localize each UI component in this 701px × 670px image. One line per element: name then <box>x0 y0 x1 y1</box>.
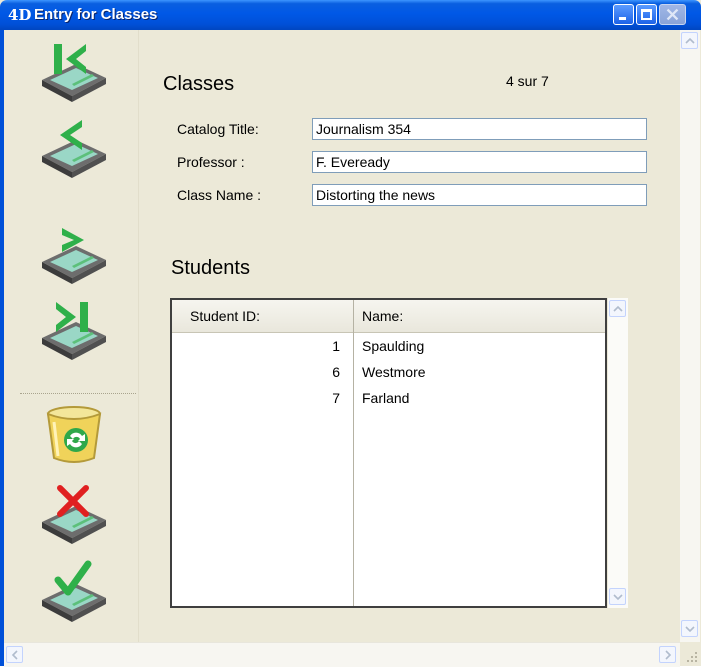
close-button[interactable] <box>659 4 686 25</box>
student-name-cell: Farland <box>362 390 410 406</box>
first-record-button[interactable] <box>36 40 110 106</box>
window-horizontal-scrollbar[interactable] <box>4 642 680 667</box>
catalog-title-field[interactable]: Journalism 354 <box>312 118 647 140</box>
student-id-cell: 7 <box>332 390 340 406</box>
accept-button[interactable] <box>36 560 110 626</box>
app-logo-icon: 4D <box>8 6 32 24</box>
cancel-x-icon <box>42 485 106 544</box>
resize-grip[interactable] <box>680 642 701 666</box>
students-table[interactable]: Student ID: Name: 1 Spaulding 6 Westmore… <box>170 298 607 608</box>
catalog-title-label: Catalog Title: <box>177 121 259 137</box>
navigation-sidebar <box>4 30 139 642</box>
close-icon <box>666 8 679 21</box>
last-record-button[interactable] <box>36 298 110 364</box>
column-header-name[interactable]: Name: <box>362 308 403 324</box>
professor-label: Professor : <box>177 154 245 170</box>
minimize-button[interactable] <box>613 4 634 25</box>
trash-recycle-icon <box>46 406 102 463</box>
entry-window: 4D Entry for Classes Classes 4 sur 7 Cat… <box>0 0 701 667</box>
chevron-right-icon <box>665 650 672 660</box>
student-name-cell: Westmore <box>362 364 426 380</box>
student-id-cell: 6 <box>332 364 340 380</box>
column-header-student-id[interactable]: Student ID: <box>190 308 260 324</box>
table-header: Student ID: Name: <box>172 300 605 333</box>
window-scroll-up-button[interactable] <box>681 32 698 49</box>
next-record-icon <box>42 228 106 284</box>
maximize-button[interactable] <box>636 4 657 25</box>
accept-check-icon <box>42 560 106 622</box>
table-row[interactable]: 1 Spaulding <box>172 338 605 362</box>
chevron-down-icon <box>685 626 695 633</box>
table-row[interactable]: 7 Farland <box>172 390 605 414</box>
student-id-cell: 1 <box>332 338 340 354</box>
class-name-field[interactable]: Distorting the news <box>312 184 647 206</box>
window-scroll-left-button[interactable] <box>6 646 23 663</box>
window-scroll-right-button[interactable] <box>659 646 676 663</box>
delete-record-button[interactable] <box>36 402 110 468</box>
next-record-button[interactable] <box>36 222 110 288</box>
minimize-icon <box>619 17 626 20</box>
title-bar[interactable]: 4D Entry for Classes <box>0 0 701 30</box>
record-counter: 4 sur 7 <box>506 73 549 89</box>
resize-grip-icon <box>687 652 697 662</box>
chevron-down-icon <box>613 594 623 601</box>
class-name-label: Class Name : <box>177 187 262 203</box>
students-heading: Students <box>171 257 250 279</box>
form-area: Classes 4 sur 7 Catalog Title: Journalis… <box>139 30 678 642</box>
previous-record-button[interactable] <box>36 116 110 182</box>
first-record-icon <box>42 44 106 102</box>
classes-heading: Classes <box>163 73 235 95</box>
chevron-left-icon <box>11 650 18 660</box>
table-row[interactable]: 6 Westmore <box>172 364 605 388</box>
window-title: Entry for Classes <box>34 6 158 23</box>
window-vertical-scrollbar[interactable] <box>680 30 700 642</box>
last-record-icon <box>42 302 106 360</box>
chevron-up-icon <box>685 37 695 44</box>
table-scrollbar[interactable] <box>607 298 628 608</box>
previous-record-icon <box>42 120 106 178</box>
cancel-button[interactable] <box>36 482 110 548</box>
professor-field[interactable]: F. Eveready <box>312 151 647 173</box>
window-scroll-down-button[interactable] <box>681 620 698 637</box>
maximize-icon <box>641 9 652 20</box>
chevron-up-icon <box>613 305 623 312</box>
sidebar-separator <box>20 393 136 394</box>
table-scroll-up-button[interactable] <box>609 300 626 317</box>
student-name-cell: Spaulding <box>362 338 425 354</box>
table-scroll-down-button[interactable] <box>609 588 626 605</box>
